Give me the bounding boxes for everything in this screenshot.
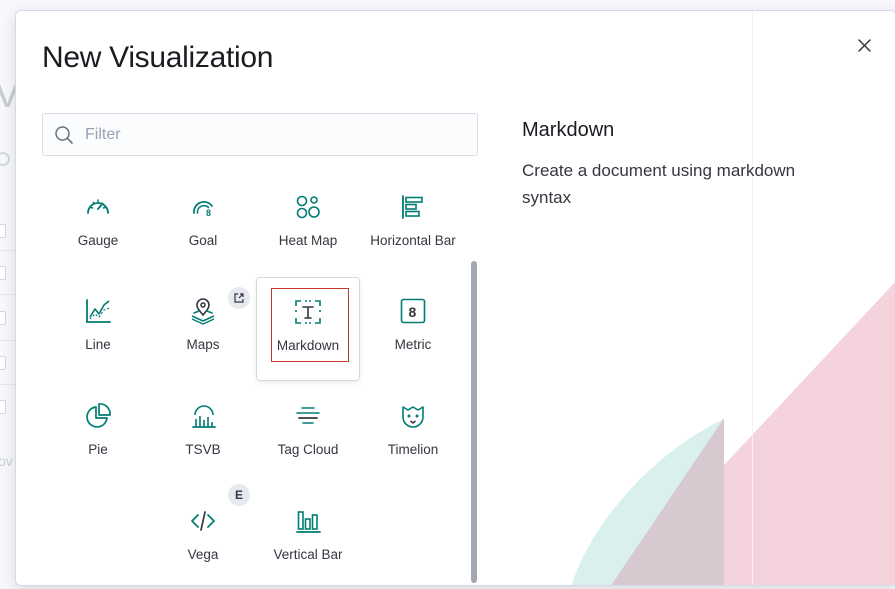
visualization-tile-line[interactable]: Line (46, 277, 150, 381)
external-link-badge (228, 287, 250, 309)
tile-label: Horizontal Bar (370, 233, 456, 248)
tile-label: Maps (186, 337, 220, 352)
visualization-tile-gauge[interactable]: Gauge (46, 173, 150, 277)
visualization-tile-tag-cloud[interactable]: Tag Cloud (256, 382, 360, 486)
modal-title: New Visualization (42, 41, 274, 74)
svg-text:8: 8 (409, 304, 417, 320)
background-checkbox (0, 356, 6, 370)
visualization-tile-heat-map[interactable]: Heat Map (256, 173, 360, 277)
filter-field[interactable] (42, 113, 478, 156)
visualization-tile-timelion[interactable]: Timelion (361, 382, 465, 486)
tile-label: Vertical Bar (273, 547, 343, 562)
visualization-tile-markdown[interactable]: Markdown (256, 277, 360, 381)
horizontal-bar-icon (397, 191, 429, 223)
tile-label: Line (85, 337, 111, 352)
goal-icon: 8 (187, 191, 219, 223)
vertical-bar-icon (292, 505, 324, 537)
background-divider (0, 384, 16, 385)
tile-label: Pie (88, 442, 108, 457)
grid-scrollbar[interactable] (471, 261, 477, 583)
background-checkbox (0, 266, 6, 280)
background-checkbox (0, 224, 6, 238)
background-checkbox (0, 400, 6, 414)
line-chart-icon (82, 295, 114, 327)
visualization-tile-pie[interactable]: Pie (46, 382, 150, 486)
description-title: Markdown (522, 119, 615, 141)
tile-label: Timelion (387, 442, 439, 457)
tile-label: TSVB (185, 442, 221, 457)
gauge-icon (82, 191, 114, 223)
external-link-icon (234, 293, 244, 303)
description-text: Create a document using markdown syntax (522, 161, 796, 207)
visualization-tile-metric[interactable]: 8 Metric (361, 277, 465, 381)
visualization-tile-horizontal-bar[interactable]: Horizontal Bar (361, 173, 465, 277)
markdown-icon (292, 296, 324, 328)
visualization-tile-tsvb[interactable]: TSVB (151, 382, 255, 486)
background-checkbox (0, 311, 6, 325)
tile-label: Goal (188, 233, 218, 248)
vega-icon (187, 505, 219, 537)
visualization-tile-vertical-bar[interactable]: Vertical Bar (256, 487, 360, 585)
tile-label: Vega (187, 547, 219, 562)
visualization-tile-goal[interactable]: 8 Goal (151, 173, 255, 277)
timelion-icon (397, 400, 429, 432)
visualization-tile-maps[interactable]: Maps (151, 277, 255, 381)
metric-icon: 8 (397, 295, 429, 327)
visualization-type-grid: Gauge 8 Goal Heat Map Horizontal Bar Lin… (44, 171, 465, 585)
background-search-icon (0, 152, 10, 166)
background-divider (0, 340, 16, 341)
close-button[interactable] (854, 35, 874, 55)
tsvb-icon (187, 400, 219, 432)
search-icon (55, 125, 73, 144)
visualization-tile-vega[interactable]: Vega E (151, 484, 255, 585)
tile-label: Gauge (77, 233, 119, 248)
tile-label: Markdown (276, 338, 340, 353)
pie-chart-icon (82, 400, 114, 432)
background-text-fragment: ov (0, 453, 13, 469)
svg-text:8: 8 (206, 208, 211, 218)
tile-label: Tag Cloud (277, 442, 339, 457)
maps-icon (187, 295, 219, 327)
new-visualization-modal: New Visualization Gauge (15, 10, 895, 586)
background-divider (0, 250, 16, 251)
tag-cloud-icon (292, 400, 324, 432)
experimental-badge: E (228, 484, 250, 506)
close-icon (857, 38, 871, 52)
heatmap-icon (292, 191, 324, 223)
tile-label: Heat Map (278, 233, 338, 248)
filter-input[interactable] (85, 125, 465, 144)
tile-label: Metric (394, 337, 432, 352)
background-divider (0, 294, 16, 295)
